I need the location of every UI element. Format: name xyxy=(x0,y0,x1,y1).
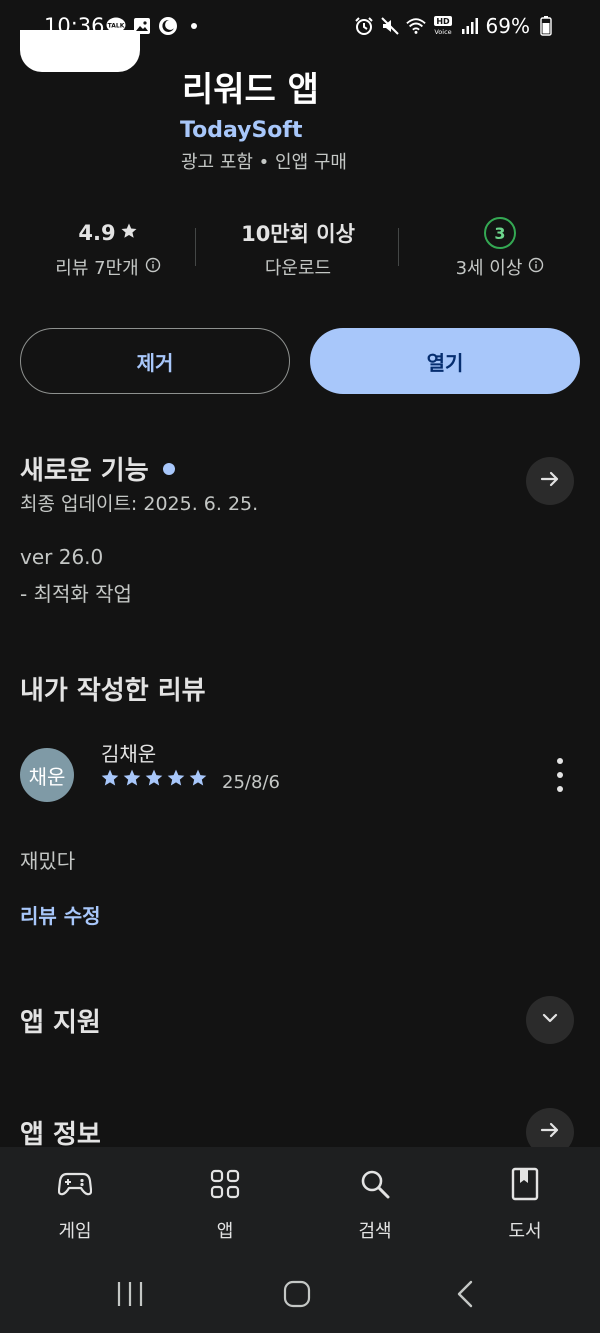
hd-voice-icon: HD Voice xyxy=(432,16,454,36)
developer-link[interactable]: TodaySoft xyxy=(180,118,303,143)
nav-games-label: 게임 xyxy=(58,1221,92,1242)
my-review-title: 내가 작성한 리뷰 xyxy=(20,676,206,706)
arrow-right-icon xyxy=(538,467,562,495)
wifi-icon xyxy=(405,16,426,36)
rating-label: 리뷰 7만개 xyxy=(55,258,139,279)
nav-search-label: 검색 xyxy=(358,1221,392,1242)
star-icon xyxy=(120,221,138,245)
whats-new-title: 새로운 기능 xyxy=(20,456,149,486)
more-dot xyxy=(557,772,563,778)
star-icon xyxy=(100,768,120,792)
more-dot xyxy=(557,786,563,792)
whats-new-arrow-button[interactable] xyxy=(526,457,574,505)
star-icon xyxy=(166,768,186,792)
downloads-label: 다운로드 xyxy=(264,258,332,279)
version-text: ver 26.0 xyxy=(20,545,104,569)
system-navigation-bar xyxy=(0,1257,600,1333)
moon-face-icon xyxy=(158,16,178,36)
review-date: 25/8/6 xyxy=(222,772,280,793)
app-detail-screen: 10:36 TALK HD Voice 69% 리워드 앱 TodaySoft … xyxy=(0,0,600,1333)
ads-inapp-note: 광고 포함 • 인앱 구매 xyxy=(181,152,347,173)
nav-books-label: 도서 xyxy=(508,1221,542,1242)
reviewer-name: 김채운 xyxy=(101,742,157,766)
status-time: 10:36 xyxy=(44,14,105,38)
age-rating-label: 3세 이상 xyxy=(455,258,523,279)
mute-icon xyxy=(380,16,400,36)
age-rating-stat[interactable]: 3 3세 이상 xyxy=(400,217,600,280)
voice-badge-text: Voice xyxy=(434,28,451,36)
gallery-icon xyxy=(132,16,152,36)
review-body: 재밌다 xyxy=(20,849,76,873)
recent-apps-button[interactable] xyxy=(110,1279,150,1309)
info-icon xyxy=(145,257,161,278)
battery-icon xyxy=(536,16,556,36)
book-icon xyxy=(475,1165,575,1203)
star-icon xyxy=(144,768,164,792)
review-stars xyxy=(100,768,208,792)
status-bar: 10:36 TALK HD Voice 69% xyxy=(0,0,600,56)
search-icon xyxy=(325,1165,425,1203)
talk-badge-text: TALK xyxy=(108,23,125,30)
nav-apps-label: 앱 xyxy=(216,1221,234,1242)
nav-books[interactable]: 도서 xyxy=(475,1165,575,1243)
stat-divider xyxy=(398,228,399,266)
app-support-expand-button[interactable] xyxy=(526,996,574,1044)
talk-icon: TALK xyxy=(106,16,126,36)
back-button[interactable] xyxy=(445,1279,485,1309)
battery-percent: 69% xyxy=(485,14,530,38)
app-title: 리워드 앱 xyxy=(182,70,319,110)
notification-icons: TALK xyxy=(106,16,204,36)
open-button[interactable]: 열기 xyxy=(310,328,580,394)
apps-grid-icon xyxy=(175,1165,275,1203)
edit-review-link[interactable]: 리뷰 수정 xyxy=(20,900,101,929)
app-support-title[interactable]: 앱 지원 xyxy=(20,1002,101,1039)
more-options-button[interactable] xyxy=(550,758,570,792)
downloads-value: 10만회 이상 xyxy=(241,222,355,246)
home-button[interactable] xyxy=(277,1279,317,1309)
alarm-icon xyxy=(354,16,374,36)
whats-new-header: 새로운 기능 xyxy=(20,450,175,487)
hd-badge-text: HD xyxy=(436,17,450,26)
stat-divider xyxy=(195,228,196,266)
avatar: 채운 xyxy=(20,748,74,802)
bottom-navigation: 게임 앱 검색 도서 xyxy=(0,1147,600,1257)
uninstall-button[interactable]: 제거 xyxy=(20,328,290,394)
new-indicator-dot xyxy=(162,462,175,475)
info-icon xyxy=(528,257,544,278)
gamepad-icon xyxy=(25,1165,125,1203)
star-icon xyxy=(122,768,142,792)
nav-apps[interactable]: 앱 xyxy=(175,1165,275,1243)
about-app-title[interactable]: 앱 정보 xyxy=(20,1114,101,1151)
rating-stat[interactable]: 4.9 리뷰 7만개 xyxy=(20,218,196,280)
star-icon xyxy=(188,768,208,792)
nav-search[interactable]: 검색 xyxy=(325,1165,425,1243)
age-rating-badge: 3 xyxy=(484,217,516,249)
release-notes: - 최적화 작업 xyxy=(20,582,132,606)
status-right-group: HD Voice 69% xyxy=(354,14,556,38)
last-updated: 최종 업데이트: 2025. 6. 25. xyxy=(20,493,259,515)
arrow-right-icon xyxy=(538,1118,562,1146)
chevron-down-icon xyxy=(538,1006,562,1034)
dot-icon xyxy=(184,16,204,36)
downloads-stat: 10만회 이상 다운로드 xyxy=(198,218,398,280)
rating-value: 4.9 xyxy=(78,221,116,245)
nav-games[interactable]: 게임 xyxy=(25,1165,125,1243)
more-dot xyxy=(557,758,563,764)
signal-icon xyxy=(460,16,480,36)
